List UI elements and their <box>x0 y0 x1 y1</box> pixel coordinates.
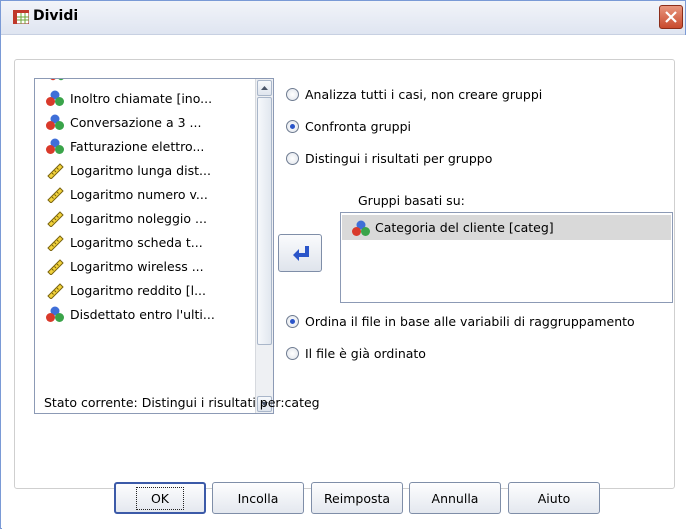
list-item[interactable]: Conversazione a 3 ... <box>45 110 255 134</box>
groups-based-on-label: Gruppi basati su: <box>358 193 465 208</box>
paste-button-label: Incolla <box>237 490 279 506</box>
scale-icon <box>47 187 64 203</box>
cancel-button-label: Annulla <box>431 490 479 506</box>
radio-indicator[interactable] <box>286 88 299 101</box>
radio-compare-groups[interactable]: Confronta gruppi <box>286 119 411 134</box>
radio-separate-output[interactable]: Distingui i risultati per gruppo <box>286 151 492 166</box>
reset-button-label: Reimposta <box>323 490 391 506</box>
scale-icon <box>47 283 64 299</box>
radio-indicator[interactable] <box>286 152 299 165</box>
list-item-label: Logaritmo noleggio ... <box>70 210 207 226</box>
list-item[interactable]: Logaritmo scheda t... <box>45 230 255 254</box>
dialog-body: Inoltro chiamate [ino... Conversazione a… <box>2 35 686 529</box>
list-item-label: Logaritmo scheda t... <box>70 234 203 250</box>
scroll-thumb[interactable] <box>257 97 272 345</box>
status-text: Stato corrente: Distingui i risultati pe… <box>44 395 320 410</box>
radio-indicator[interactable] <box>286 347 299 360</box>
split-file-icon <box>12 9 30 25</box>
list-item[interactable]: Inoltro chiamate [ino... <box>45 86 255 110</box>
triangle-up-icon <box>261 86 268 90</box>
cancel-button[interactable]: Annulla <box>409 482 501 514</box>
list-item-label: Disdettato entro l'ulti... <box>70 306 215 322</box>
list-item-label: Logaritmo numero v... <box>70 186 208 202</box>
source-variable-list[interactable]: Inoltro chiamate [ino... Conversazione a… <box>34 78 274 414</box>
help-button[interactable]: Aiuto <box>508 482 600 514</box>
list-item-label: Logaritmo reddito [l... <box>70 282 206 298</box>
reset-button[interactable]: Reimposta <box>311 482 403 514</box>
window-title: Dividi <box>33 8 79 24</box>
list-item[interactable]: Fatturazione elettro... <box>45 134 255 158</box>
close-button[interactable] <box>659 5 683 29</box>
arrow-left-icon <box>293 246 309 261</box>
help-button-label: Aiuto <box>537 490 571 506</box>
scale-icon <box>47 235 64 251</box>
dialog-window: Dividi Inoltro chiamate [ino... Conversa… <box>0 0 686 529</box>
radio-label: Distingui i risultati per gruppo <box>305 151 493 166</box>
radio-label: Confronta gruppi <box>305 119 412 134</box>
list-item[interactable]: Logaritmo noleggio ... <box>45 206 255 230</box>
nominal-icon <box>46 114 64 130</box>
nominal-icon <box>46 90 64 106</box>
vertical-scrollbar[interactable] <box>255 79 273 413</box>
list-item[interactable]: Logaritmo reddito [l... <box>45 278 255 302</box>
radio-analyze-all[interactable]: Analizza tutti i casi, non creare gruppi <box>286 87 542 102</box>
scale-icon <box>47 211 64 227</box>
list-item-label: Logaritmo wireless ... <box>70 258 204 274</box>
list-item-label: Conversazione a 3 ... <box>70 114 202 130</box>
list-item[interactable]: Logaritmo numero v... <box>45 182 255 206</box>
close-icon <box>665 11 677 23</box>
scale-icon <box>47 259 64 275</box>
radio-label: Ordina il file in base alle variabili di… <box>305 314 635 329</box>
title-bar[interactable]: Dividi <box>1 1 685 35</box>
list-item[interactable]: Categoria del cliente [categ] <box>342 215 671 240</box>
nominal-icon <box>46 138 64 154</box>
move-variable-button[interactable] <box>278 234 322 272</box>
nominal-icon <box>46 306 64 322</box>
scroll-up-button[interactable] <box>257 80 272 96</box>
list-item[interactable]: Logaritmo lunga dist... <box>45 158 255 182</box>
radio-sort-file[interactable]: Ordina il file in base alle variabili di… <box>286 314 635 329</box>
list-item-label: Logaritmo lunga dist... <box>70 162 211 178</box>
list-item[interactable]: Logaritmo wireless ... <box>45 254 255 278</box>
radio-indicator[interactable] <box>286 120 299 133</box>
partial-item-icon <box>50 79 64 81</box>
radio-indicator[interactable] <box>286 315 299 328</box>
list-item[interactable]: Disdettato entro l'ulti... <box>45 302 255 326</box>
groups-based-on-list[interactable]: Categoria del cliente [categ] <box>340 212 673 303</box>
paste-button[interactable]: Incolla <box>212 482 304 514</box>
scale-icon <box>47 163 64 179</box>
list-item-label: Categoria del cliente [categ] <box>375 220 554 235</box>
radio-label: Analizza tutti i casi, non creare gruppi <box>305 87 543 102</box>
ok-button-label: OK <box>135 486 185 510</box>
list-item-label: Inoltro chiamate [ino... <box>70 90 213 106</box>
radio-already-sorted[interactable]: Il file è già ordinato <box>286 346 426 361</box>
ok-button[interactable]: OK <box>114 482 206 514</box>
list-item-label: Fatturazione elettro... <box>70 138 205 154</box>
radio-label: Il file è già ordinato <box>305 346 426 361</box>
nominal-icon <box>352 220 370 236</box>
